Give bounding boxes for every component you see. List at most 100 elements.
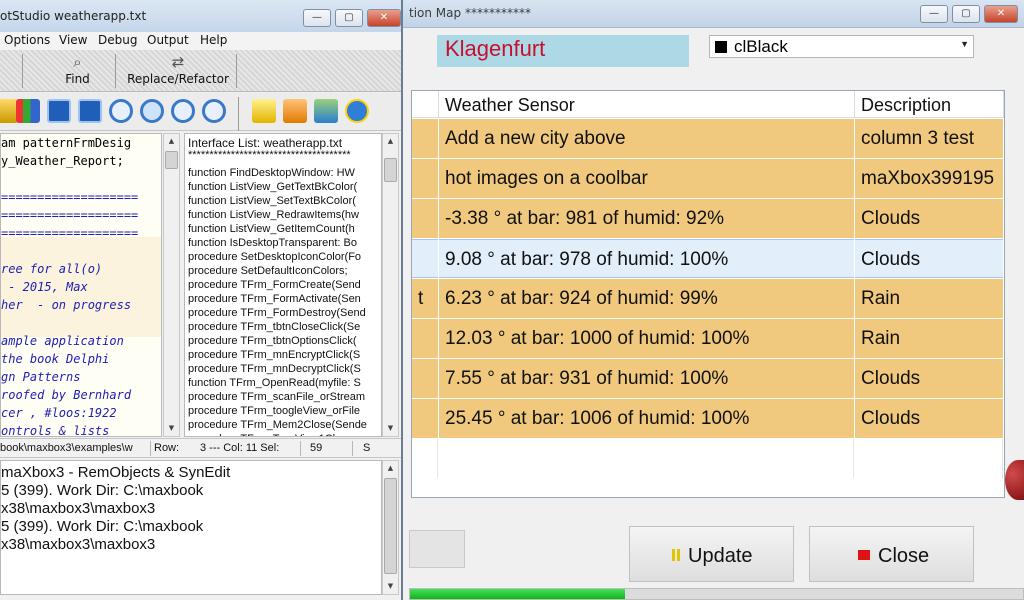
code-editor[interactable]: am patternFrmDesig y_Weather_Report; =====… (0, 133, 162, 437)
interface-list-item[interactable]: procedure TFrm_FormActivate(Sen (188, 292, 361, 306)
ide-maximize-button[interactable]: ▢ (335, 9, 363, 27)
zoom-in-icon[interactable] (202, 99, 226, 123)
interface-list-item[interactable]: procedure SetDesktopIconColor(Fo (188, 250, 361, 264)
table-row[interactable]: -3.38 ° at bar: 981 of humid: 92% Clouds (412, 199, 1004, 239)
interface-scrollbar[interactable]: ▲ ▼ (382, 133, 399, 437)
replace-refactor-button[interactable]: ⇄ Replace/Refactor (124, 50, 232, 92)
output-line: 5 (399). Work Dir: C:\maxbook (1, 518, 204, 535)
zoom-fit-icon[interactable] (140, 99, 164, 123)
redo-icon[interactable] (78, 99, 102, 123)
scroll-up-icon[interactable]: ▲ (383, 134, 398, 149)
table-row[interactable]: Add a new city above column 3 test (412, 119, 1004, 159)
search-icon[interactable] (109, 99, 133, 123)
table-row[interactable]: t 6.23 ° at bar: 924 of humid: 99% Rain (412, 279, 1004, 319)
close-window-button[interactable]: ✕ (984, 5, 1018, 23)
compass-icon[interactable] (345, 99, 369, 123)
ide-window: otStudio weatherapp.txt — ▢ ✕ Options Vi… (0, 0, 403, 600)
interface-list-item[interactable]: procedure TFrm_tbtnOptionsClick( (188, 334, 357, 348)
scroll-down-icon[interactable]: ▼ (164, 421, 179, 436)
menu-view[interactable]: View (59, 33, 87, 47)
maximize-button[interactable]: ▢ (952, 5, 980, 23)
table-row[interactable]: hot images on a coolbar maXbox399195 (412, 159, 1004, 199)
table-row[interactable]: 12.03 ° at bar: 1000 of humid: 100% Rain (412, 319, 1004, 359)
interface-list-item[interactable]: function ListView_SetTextBkColor( (188, 194, 356, 208)
interface-list-item[interactable]: procedure TFrm_toogleView_orFile (188, 404, 360, 418)
status-row-label: Row: (154, 442, 180, 454)
add-document-icon[interactable] (252, 99, 276, 123)
interface-list-item[interactable]: procedure TFrm_TreeView1Change (188, 432, 363, 436)
interface-list-item[interactable]: procedure SetDefaultIconColors; (188, 264, 348, 278)
output-pane[interactable]: maXbox3 - RemObjects & SynEdit 5 (399). W… (0, 460, 382, 595)
output-scrollbar[interactable]: ▲ ▼ (382, 460, 399, 595)
column-header-city[interactable] (412, 91, 439, 118)
table-row[interactable]: 25.45 ° at bar: 1006 of humid: 100% Cloud… (412, 399, 1004, 439)
interface-list-item[interactable]: procedure TFrm_tbtnCloseClick(Se (188, 320, 360, 334)
status-selection: 59 (310, 442, 323, 454)
code-line: - 2015, Max (1, 280, 88, 294)
interface-list-item[interactable]: function ListView_GetTextBkColor( (188, 180, 357, 194)
replace-button-label: Replace/Refactor (127, 72, 229, 86)
row-sensor-cell: 7.55 ° at bar: 931 of humid: 100% (439, 359, 854, 398)
scroll-thumb[interactable] (165, 151, 178, 169)
column-header-description[interactable]: Description (855, 91, 1004, 118)
row-city-cell (412, 199, 438, 238)
close-button-label: Close (878, 545, 930, 567)
minimize-button[interactable]: — (920, 5, 948, 23)
scroll-up-icon[interactable]: ▲ (383, 461, 398, 476)
row-city-cell (412, 239, 438, 278)
red-ball-decoration (1005, 460, 1024, 500)
undo-icon[interactable] (47, 99, 71, 123)
close-button[interactable]: Close (809, 526, 974, 582)
interface-list-item[interactable]: procedure TFrm_FormCreate(Send (188, 278, 361, 292)
menu-debug[interactable]: Debug (98, 33, 137, 47)
menu-options[interactable]: Options (4, 33, 50, 47)
status-divider (150, 441, 151, 456)
weather-titlebar[interactable]: tion Map *********** — ▢ ✕ (401, 0, 1024, 28)
ide-titlebar[interactable]: otStudio weatherapp.txt — ▢ ✕ (0, 0, 401, 32)
interface-list-item[interactable]: procedure TFrm_FormDestroy(Send (188, 306, 366, 320)
ide-minimize-button[interactable]: — (303, 9, 331, 27)
weather-listview[interactable]: Weather Sensor Description Add a new cit… (411, 90, 1005, 498)
chart-icon[interactable] (16, 99, 40, 123)
table-row-empty[interactable] (412, 439, 1004, 479)
menu-output[interactable]: Output (147, 33, 189, 47)
table-row[interactable]: 9.08 ° at bar: 978 of humid: 100% Clouds (412, 239, 1004, 279)
interface-list-item[interactable]: function IsDesktopTransparent: Bo (188, 236, 357, 250)
folder-icon[interactable] (283, 99, 307, 123)
ide-close-button[interactable]: ✕ (367, 9, 401, 27)
editor-scrollbar[interactable]: ▲ ▼ (163, 133, 180, 437)
toolbar-separator (115, 54, 116, 88)
color-combo-value: clBlack (734, 37, 788, 56)
listview-header: Weather Sensor Description (412, 91, 1004, 118)
scroll-thumb[interactable] (384, 478, 397, 574)
interface-list-item[interactable]: function TFrm_OpenRead(myfile: S (188, 376, 361, 390)
zoom-out-icon[interactable] (171, 99, 195, 123)
chevron-down-icon[interactable]: ▼ (960, 39, 969, 49)
menu-help[interactable]: Help (200, 33, 227, 47)
find-button[interactable]: ⌕ Find (50, 50, 105, 92)
interface-list-item[interactable]: procedure TFrm_mnDecryptClick(S (188, 362, 361, 376)
update-button[interactable]: Update (629, 526, 794, 582)
output-line: 5 (399). Work Dir: C:\maxbook (1, 482, 204, 499)
interface-list-item[interactable]: function FindDesktopWindow: HW (188, 166, 355, 180)
scroll-down-icon[interactable]: ▼ (383, 579, 398, 594)
export-icon[interactable] (314, 99, 338, 123)
interface-list-item[interactable]: procedure TFrm_mnEncryptClick(S (188, 348, 360, 362)
table-row[interactable]: 7.55 ° at bar: 931 of humid: 100% Clouds (412, 359, 1004, 399)
row-description-cell: column 3 test (855, 119, 1003, 158)
column-header-weather-sensor[interactable]: Weather Sensor (439, 91, 855, 118)
ide-status-bar: book\maxbox3\examples\w Row: 3 --- Col: … (0, 438, 401, 458)
scroll-up-icon[interactable]: ▲ (164, 134, 179, 149)
interface-list[interactable]: Interface List: weatherapp.txt *********… (184, 133, 382, 437)
interface-list-item[interactable]: procedure TFrm_Mem2Close(Sende (188, 418, 367, 432)
empty-cell (855, 439, 1003, 478)
interface-list-item[interactable]: procedure TFrm_scanFile_orStream (188, 390, 365, 404)
interface-list-item[interactable]: function ListView_GetItemCount(h (188, 222, 355, 236)
scroll-thumb[interactable] (384, 158, 397, 182)
city-input[interactable]: Klagenfurt (437, 35, 689, 67)
scroll-down-icon[interactable]: ▼ (383, 421, 398, 436)
row-city-cell: t (412, 279, 438, 318)
color-combobox[interactable]: clBlack ▼ (709, 35, 974, 58)
row-sensor-cell: Add a new city above (439, 119, 854, 158)
interface-list-item[interactable]: function ListView_RedrawItems(hw (188, 208, 359, 222)
